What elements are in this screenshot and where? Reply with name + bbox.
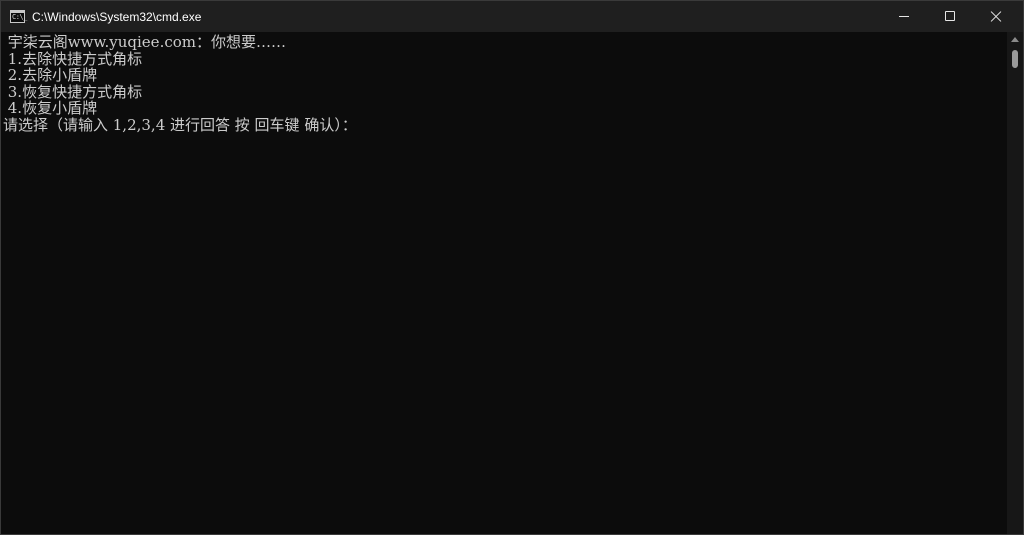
console-output[interactable]: 宇柒云阁www.yuqiee.com：你想要…… 1.去除快捷方式角标 2.去除… [1, 32, 1007, 534]
cmd-icon-glyph: C:\_ [12, 13, 27, 21]
window-title: C:\Windows\System32\cmd.exe [32, 10, 202, 24]
scroll-up-arrow-icon[interactable] [1011, 37, 1019, 42]
maximize-icon [945, 11, 955, 21]
scrollbar-thumb[interactable] [1012, 50, 1018, 68]
cmd-icon[interactable]: C:\_ [10, 10, 27, 23]
maximize-button[interactable] [927, 1, 973, 32]
console-line-option-2: 2.去除小盾牌 [3, 66, 98, 84]
console-line-option-4: 4.恢复小盾牌 [3, 99, 98, 117]
close-button[interactable] [973, 1, 1019, 32]
vertical-scrollbar[interactable] [1007, 32, 1023, 534]
minimize-icon [899, 16, 909, 17]
cmd-window: C:\_ C:\Windows\System32\cmd.exe 宇柒云阁www… [0, 0, 1024, 535]
console-prompt[interactable]: 请选择（请输入 1,2,3,4 进行回答 按 回车键 确认）： [3, 117, 357, 134]
console-line-header: 宇柒云阁www.yuqiee.com：你想要…… [3, 33, 286, 51]
title-bar[interactable]: C:\_ C:\Windows\System32\cmd.exe [1, 1, 1023, 32]
minimize-button[interactable] [881, 1, 927, 32]
